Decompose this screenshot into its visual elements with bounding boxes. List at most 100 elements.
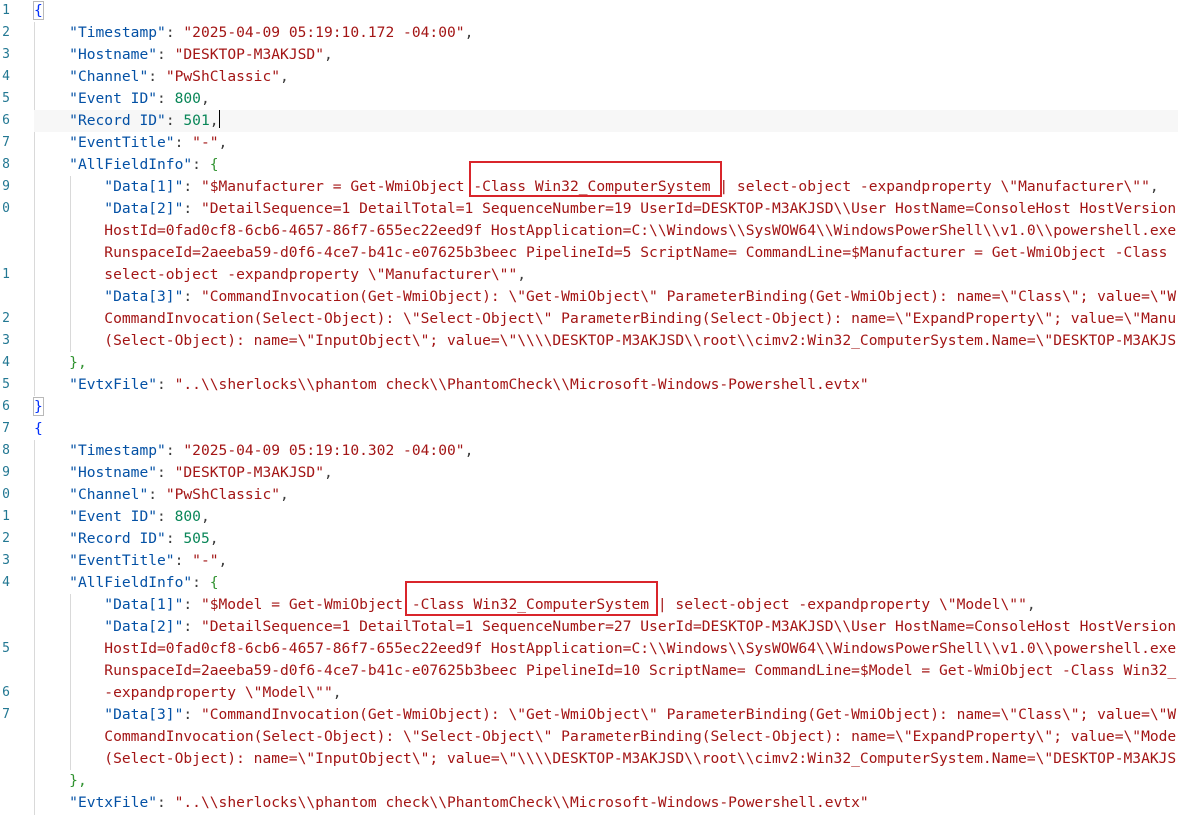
json-string: select-object -expandproperty \"Manufact… <box>104 266 518 283</box>
code-line-wrapped[interactable]: CommandInvocation(Select-Object): \"Sele… <box>34 726 1176 748</box>
code-line[interactable]: "Event ID": 800, <box>34 88 210 110</box>
code-line-wrapped[interactable]: CommandInvocation(Select-Object): \"Sele… <box>34 308 1176 330</box>
close-brace: }, <box>69 772 87 789</box>
line-number: 5 <box>2 641 10 656</box>
json-string: RunspaceId=2aeeba59-d0f6-4ce7-b41c-e0762… <box>104 662 1177 679</box>
code-line-wrapped[interactable]: select-object -expandproperty \"Manufact… <box>34 264 526 286</box>
colon: : <box>148 486 166 503</box>
code-line[interactable]: "Channel": "PwShClassic", <box>34 484 289 506</box>
json-string: (Select-Object): name=\"InputObject\"; v… <box>104 332 1177 349</box>
line-number: 2 <box>2 25 10 40</box>
comma: , <box>323 46 333 63</box>
code-line[interactable]: "Data[1]": "$Model = Get-WmiObject -Clas… <box>34 594 1036 616</box>
code-editor[interactable]: 1 2 3 4 5 6 7 8 9 0 1 2 3 4 5 6 7 8 9 0 1 2 3 4 5 6 7 { "Timestamp… <box>0 0 1178 815</box>
code-line[interactable]: "EventTitle": "-", <box>34 550 227 572</box>
line-number: 9 <box>2 465 10 480</box>
colon: : <box>157 508 175 525</box>
line-number: 0 <box>2 201 10 216</box>
json-string: "$Model = Get-WmiObject -Class Win32_Com… <box>200 596 1027 613</box>
code-line-wrapped[interactable]: RunspaceId=2aeeba59-d0f6-4ce7-b41c-e0762… <box>34 660 1176 682</box>
json-number: 800 <box>174 90 201 107</box>
code-line-wrapped[interactable]: -expandproperty \"Model\"", <box>34 682 341 704</box>
comma: , <box>1026 596 1036 613</box>
json-string: RunspaceId=2aeeba59-d0f6-4ce7-b41c-e0762… <box>104 244 1168 261</box>
line-number-gutter: 1 2 3 4 5 6 7 8 9 0 1 2 3 4 5 6 7 8 9 0 1 2 3 4 5 6 7 <box>0 0 14 815</box>
code-line[interactable]: "EventTitle": "-", <box>34 132 227 154</box>
colon: : <box>165 24 184 41</box>
line-number: 3 <box>2 47 10 62</box>
code-line[interactable]: { <box>33 0 44 22</box>
line-number: 5 <box>2 91 10 106</box>
colon: : <box>174 552 193 569</box>
colon: : <box>157 376 175 393</box>
code-line[interactable]: "EvtxFile": "..\\sherlocks\\phantom chec… <box>34 374 869 396</box>
colon: : <box>148 68 166 85</box>
code-line-wrapped[interactable]: (Select-Object): name=\"InputObject\"; v… <box>34 330 1176 352</box>
colon: : <box>183 178 201 195</box>
json-key: "Timestamp" <box>69 442 166 459</box>
open-brace: { <box>33 1 44 20</box>
json-string: "2025-04-09 05:19:10.172 -04:00" <box>183 24 465 41</box>
json-number: 501 <box>183 112 210 129</box>
json-key: "EvtxFile" <box>69 794 158 811</box>
comma: , <box>464 24 474 41</box>
code-line[interactable]: "Record ID": 505, <box>34 528 218 550</box>
json-key: "Data[2]" <box>104 200 184 217</box>
line-number <box>0 242 10 264</box>
code-line[interactable]: "Timestamp": "2025-04-09 05:19:10.302 -0… <box>34 440 473 462</box>
line-number <box>0 660 10 682</box>
code-line[interactable]: "Data[3]": "CommandInvocation(Get-WmiObj… <box>34 704 1176 726</box>
json-key: "Channel" <box>69 486 149 503</box>
code-line[interactable]: "Event ID": 800, <box>34 506 210 528</box>
colon: : <box>183 706 201 723</box>
line-number: 2 <box>2 311 10 326</box>
code-line[interactable]: "Hostname": "DESKTOP-M3AKJSD", <box>34 44 333 66</box>
code-line[interactable]: } <box>33 396 44 418</box>
line-number: 8 <box>2 443 10 458</box>
line-number <box>0 616 10 638</box>
code-line[interactable]: "Data[1]": "$Manufacturer = Get-WmiObjec… <box>34 176 1159 198</box>
json-key: "Data[2]" <box>104 618 184 635</box>
json-string: (Select-Object): name=\"InputObject\"; v… <box>104 750 1177 767</box>
line-number: 5 <box>2 377 10 392</box>
comma: , <box>209 112 219 129</box>
open-brace: { <box>34 420 43 437</box>
line-number: 6 <box>2 399 10 414</box>
text-cursor <box>218 110 220 128</box>
code-line[interactable]: { <box>34 418 43 440</box>
json-key: "Event ID" <box>69 90 158 107</box>
json-string: HostId=0fad0cf8-6cb6-4657-86f7-655ec22ee… <box>104 640 1177 657</box>
code-line-wrapped[interactable]: RunspaceId=2aeeba59-d0f6-4ce7-b41c-e0762… <box>34 242 1167 264</box>
code-line[interactable]: "AllFieldInfo": { <box>34 572 218 594</box>
code-line[interactable]: "Data[2]": "DetailSequence=1 DetailTotal… <box>34 616 1176 638</box>
comma: , <box>1149 178 1159 195</box>
code-line-wrapped[interactable]: HostId=0fad0cf8-6cb6-4657-86f7-655ec22ee… <box>34 638 1176 660</box>
line-number: 0 <box>2 487 10 502</box>
json-string: CommandInvocation(Select-Object): \"Sele… <box>104 728 1177 745</box>
json-string: "DetailSequence=1 DetailTotal=1 Sequence… <box>200 618 1177 635</box>
json-key: "Data[1]" <box>104 178 184 195</box>
line-number: 2 <box>2 531 10 546</box>
code-line-wrapped[interactable]: HostId=0fad0cf8-6cb6-4657-86f7-655ec22ee… <box>34 220 1176 242</box>
code-line-wrapped[interactable]: (Select-Object): name=\"InputObject\"; v… <box>34 748 1176 770</box>
json-key: "Record ID" <box>69 112 166 129</box>
code-line[interactable]: "Data[2]": "DetailSequence=1 DetailTotal… <box>34 198 1176 220</box>
code-line[interactable]: }, <box>34 352 87 374</box>
json-string: "-" <box>192 134 219 151</box>
code-line[interactable]: "Timestamp": "2025-04-09 05:19:10.172 -0… <box>34 22 473 44</box>
colon: : <box>183 200 201 217</box>
json-string: "$Manufacturer = Get-WmiObject -Class Wi… <box>200 178 1150 195</box>
json-key: "Data[3]" <box>104 706 184 723</box>
code-line[interactable]: "Data[3]": "CommandInvocation(Get-WmiObj… <box>34 286 1176 308</box>
code-line[interactable]: }, <box>34 770 87 792</box>
line-number: 6 <box>2 113 10 128</box>
code-line-current[interactable]: "Record ID": 501, <box>34 110 1178 132</box>
colon: : <box>157 464 175 481</box>
code-line[interactable]: "EvtxFile": "..\\sherlocks\\phantom chec… <box>34 792 869 814</box>
json-key: "Hostname" <box>69 464 158 481</box>
code-line[interactable]: "AllFieldInfo": { <box>34 154 218 176</box>
code-line[interactable]: "Hostname": "DESKTOP-M3AKJSD", <box>34 462 333 484</box>
code-line[interactable]: "Channel": "PwShClassic", <box>34 66 289 88</box>
comma: , <box>464 442 474 459</box>
json-number: 800 <box>174 508 201 525</box>
